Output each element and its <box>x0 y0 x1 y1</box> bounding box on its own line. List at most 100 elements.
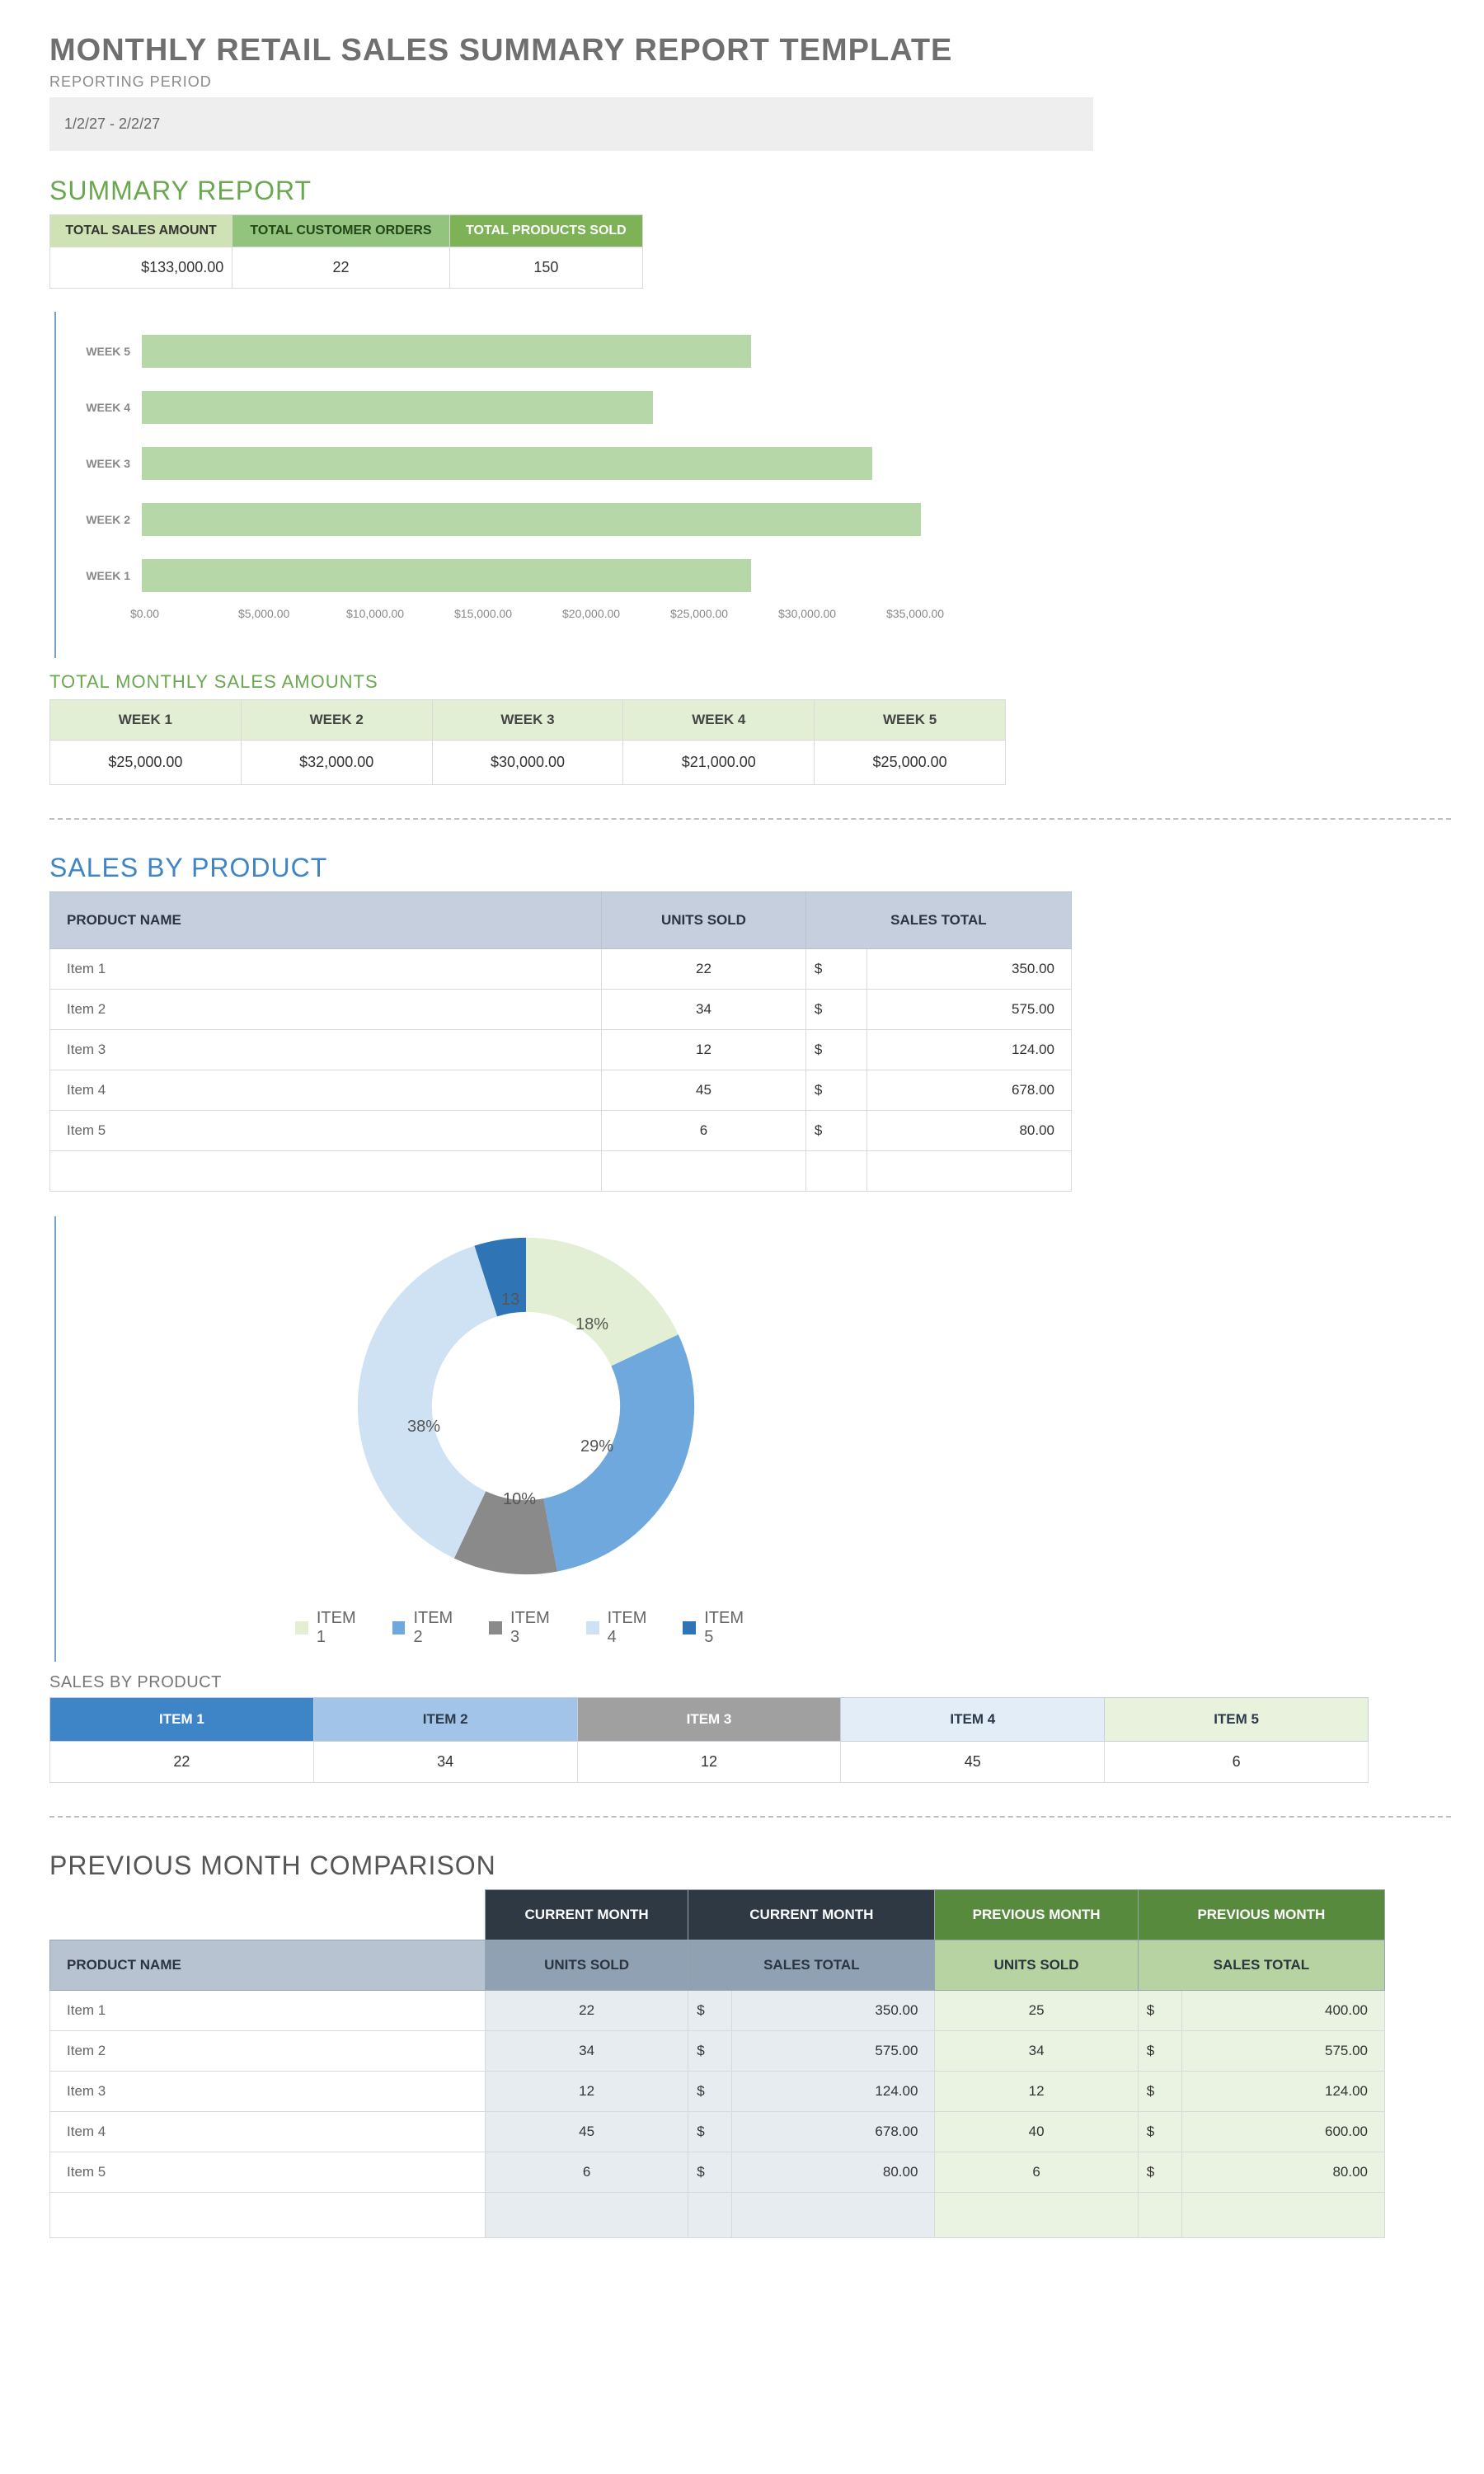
hbar-label: WEEK 1 <box>56 569 142 582</box>
weekly-col: WEEK 3 <box>432 700 623 741</box>
itembar-col: ITEM 3 <box>577 1698 841 1742</box>
hbar-label: WEEK 3 <box>56 457 142 470</box>
hbar-row: WEEK 5 <box>56 323 994 379</box>
currency-sign: $ <box>805 1111 866 1151</box>
table-row-empty <box>50 1151 1072 1192</box>
donut-slice-label: 13 <box>501 1291 519 1310</box>
products-col-name: PRODUCT NAME <box>50 892 602 949</box>
table-row: Item 122$350.00 <box>50 949 1072 990</box>
currency-sign: $ <box>688 2031 732 2072</box>
summary-col-products: TOTAL PRODUCTS SOLD <box>449 215 642 247</box>
hbar-tick: $25,000.00 <box>670 607 778 620</box>
currency-sign: $ <box>805 1070 866 1111</box>
weekly-val: $21,000.00 <box>623 741 815 785</box>
table-row: Item 56$80.006$80.00 <box>50 2152 1385 2193</box>
hbar-fill <box>142 391 653 424</box>
period-label: REPORTING PERIOD <box>49 73 1451 91</box>
legend-item: ITEM 2 <box>392 1609 467 1647</box>
hbar-tick: $30,000.00 <box>778 607 886 620</box>
cmp-cur-units: 6 <box>485 2152 688 2193</box>
currency-sign: $ <box>1138 2072 1181 2112</box>
donut-slice-label: 29% <box>580 1437 613 1456</box>
product-units: 45 <box>602 1070 806 1111</box>
hbar-label: WEEK 5 <box>56 345 142 358</box>
legend-swatch <box>295 1621 308 1634</box>
cmp-prev-total: 400.00 <box>1181 1991 1384 2031</box>
hbar-tick: $15,000.00 <box>454 607 562 620</box>
cmp-col-name: PRODUCT NAME <box>50 1940 486 1991</box>
weekly-bar-chart: WEEK 5WEEK 4WEEK 3WEEK 2WEEK 1$0.00$5,00… <box>54 312 994 658</box>
legend-label: ITEM 4 <box>608 1609 660 1647</box>
legend-label: ITEM 2 <box>413 1609 466 1647</box>
legend-label: ITEM 5 <box>704 1609 757 1647</box>
cmp-col-pt: SALES TOTAL <box>1138 1940 1384 1991</box>
product-name: Item 3 <box>50 1030 602 1070</box>
itembar-col: ITEM 5 <box>1105 1698 1369 1742</box>
donut-slice-label: 38% <box>407 1418 440 1437</box>
table-row: Item 234$575.0034$575.00 <box>50 2031 1385 2072</box>
table-row: Item 445$678.00 <box>50 1070 1072 1111</box>
cmp-col-pu: UNITS SOLD <box>935 1940 1138 1991</box>
weekly-val: $25,000.00 <box>815 741 1006 785</box>
legend-item: ITEM 5 <box>683 1609 757 1647</box>
legend-swatch <box>586 1621 599 1634</box>
itembar-val: 6 <box>1105 1742 1369 1783</box>
currency-sign: $ <box>688 1991 732 2031</box>
weekly-val: $32,000.00 <box>241 741 432 785</box>
hbar-row: WEEK 4 <box>56 379 994 435</box>
cmp-cur-units: 22 <box>485 1991 688 2031</box>
cmp-col-cu: UNITS SOLD <box>485 1940 688 1991</box>
table-row: Item 122$350.0025$400.00 <box>50 1991 1385 2031</box>
cmp-cur-total: 124.00 <box>732 2072 935 2112</box>
legend-item: ITEM 4 <box>586 1609 660 1647</box>
product-total: 124.00 <box>867 1030 1072 1070</box>
currency-sign: $ <box>688 2152 732 2193</box>
summary-table: TOTAL SALES AMOUNT TOTAL CUSTOMER ORDERS… <box>49 214 643 289</box>
hbar-row: WEEK 3 <box>56 435 994 492</box>
group-current-2: CURRENT MONTH <box>688 1890 935 1940</box>
product-bar-heading: SALES BY PRODUCT <box>49 1673 1451 1692</box>
table-row: Item 312$124.0012$124.00 <box>50 2072 1385 2112</box>
itembar-col: ITEM 2 <box>313 1698 577 1742</box>
cmp-cur-total: 575.00 <box>732 2031 935 2072</box>
cmp-cur-total: 678.00 <box>732 2112 935 2152</box>
cmp-prev-units: 34 <box>935 2031 1138 2072</box>
itembar-col: ITEM 1 <box>50 1698 314 1742</box>
product-total: 350.00 <box>867 949 1072 990</box>
summary-val-orders: 22 <box>232 247 450 289</box>
cmp-prev-total: 124.00 <box>1181 2072 1384 2112</box>
legend-label: ITEM 3 <box>510 1609 563 1647</box>
blank-cell <box>50 1890 486 1940</box>
weekly-col: WEEK 1 <box>50 700 242 741</box>
hbar-fill <box>142 447 872 480</box>
weekly-val: $30,000.00 <box>432 741 623 785</box>
group-previous-1: PREVIOUS MONTH <box>935 1890 1138 1940</box>
donut-chart: 18%29%10%38%13 ITEM 1ITEM 2ITEM 3ITEM 4I… <box>54 1216 996 1662</box>
product-units: 6 <box>602 1111 806 1151</box>
cmp-cur-units: 34 <box>485 2031 688 2072</box>
divider-1 <box>49 818 1451 820</box>
cmp-name: Item 1 <box>50 1991 486 2031</box>
products-col-units: UNITS SOLD <box>602 892 806 949</box>
products-table: PRODUCT NAME UNITS SOLD SALES TOTAL Item… <box>49 891 1072 1192</box>
product-name: Item 4 <box>50 1070 602 1111</box>
product-name: Item 2 <box>50 990 602 1030</box>
legend-label: ITEM 1 <box>317 1609 369 1647</box>
cmp-name: Item 2 <box>50 2031 486 2072</box>
currency-sign: $ <box>1138 2031 1181 2072</box>
cmp-cur-total: 350.00 <box>732 1991 935 2031</box>
summary-col-orders: TOTAL CUSTOMER ORDERS <box>232 215 450 247</box>
cmp-prev-total: 80.00 <box>1181 2152 1384 2193</box>
legend-swatch <box>683 1621 696 1634</box>
itembar-val: 22 <box>50 1742 314 1783</box>
comparison-table: CURRENT MONTH CURRENT MONTH PREVIOUS MON… <box>49 1889 1385 2238</box>
product-units: 12 <box>602 1030 806 1070</box>
summary-col-sales: TOTAL SALES AMOUNT <box>50 215 232 247</box>
divider-2 <box>49 1816 1451 1818</box>
itembar-val: 12 <box>577 1742 841 1783</box>
product-units: 34 <box>602 990 806 1030</box>
group-current-1: CURRENT MONTH <box>485 1890 688 1940</box>
product-bar-table: ITEM 1ITEM 2ITEM 3ITEM 4ITEM 5 223412456 <box>49 1697 1369 1783</box>
product-units: 22 <box>602 949 806 990</box>
weekly-col: WEEK 5 <box>815 700 1006 741</box>
